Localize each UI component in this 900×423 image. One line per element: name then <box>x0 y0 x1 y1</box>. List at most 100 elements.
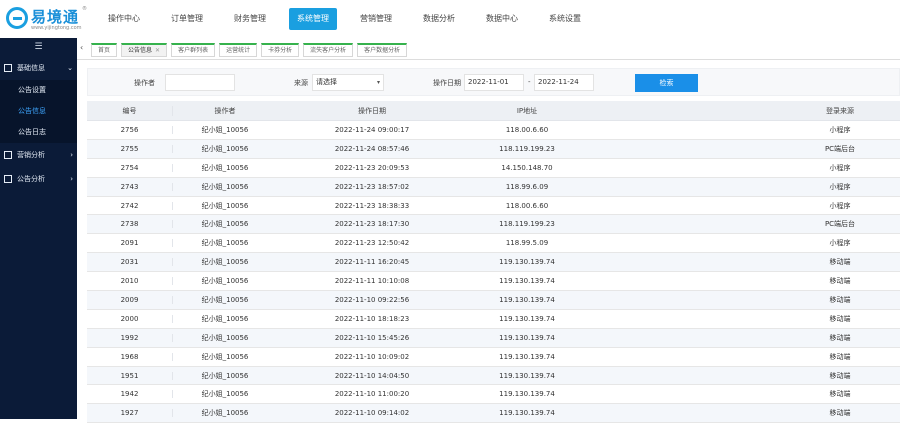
nav-item-6[interactable]: 数据中心 <box>478 8 526 30</box>
table-cell: 2756 <box>87 125 173 134</box>
table-cell: 118.00.6.60 <box>505 201 549 210</box>
table-cell: 14.150.148.70 <box>501 163 553 172</box>
tab-3[interactable]: 运营统计 <box>219 43 258 57</box>
table-cell: 2091 <box>87 239 173 248</box>
table-cell-value: 移动端 <box>829 371 851 380</box>
tab-4[interactable]: 卡券分析 <box>261 43 300 57</box>
table-cell: 1968 <box>87 352 173 361</box>
filter-bar: 操作者 来源 请选择 ▾ 操作日期 2022-11-01 - 2022-11-2… <box>87 68 900 96</box>
table-cell: 移动端 <box>587 371 900 381</box>
brand-logo[interactable]: 易境通 ® www.yijingtong.com <box>6 5 87 33</box>
table-cell-value: 小程序 <box>829 163 851 172</box>
table-cell: 移动端 <box>587 389 900 399</box>
column-header: 操作日期 <box>358 106 386 115</box>
sidebar-group-1[interactable]: 营销分析 › <box>0 143 77 167</box>
tab-bar: ‹ 首页 公告信息 ✕ 客户群列表 运营统计 卡券分析 流失客户分析 客户数据分析 <box>77 38 900 60</box>
table-cell-value: 移动端 <box>829 333 851 342</box>
brand-url: www.yijingtong.com <box>31 25 82 31</box>
table-cell: PC端后台 <box>587 144 900 154</box>
table-cell-value: 移动端 <box>829 295 851 304</box>
table-cell: 小程序 <box>587 238 900 248</box>
table-cell: 移动端 <box>587 333 900 343</box>
date-start-input[interactable]: 2022-11-01 <box>464 74 524 91</box>
tab-label: 卡券分析 <box>268 47 293 54</box>
menu-toggle-icon[interactable]: ☰ <box>0 38 77 56</box>
nav-item-4[interactable]: 营销管理 <box>352 8 400 30</box>
table-cell: 1942 <box>87 390 173 399</box>
table-cell: 2022-11-10 09:22:56 <box>334 295 410 304</box>
table-row[interactable]: 2743 纪小姐_10056 2022-11-23 18:57:02 118.99.6… <box>87 177 900 197</box>
table-row[interactable]: 1927 纪小姐_10056 2022-11-10 09:14:02 119.130.… <box>87 404 900 423</box>
table-cell: 移动端 <box>587 276 900 286</box>
table-cell: 2000 <box>87 314 173 323</box>
table-row[interactable]: 2000 纪小姐_10056 2022-11-10 18:18:23 119.130.… <box>87 310 900 329</box>
table-cell: 2743 <box>87 182 173 191</box>
table-cell: 2022-11-10 09:14:02 <box>334 409 410 418</box>
table-cell: 纪小姐_10056 <box>201 201 249 210</box>
operator-input[interactable] <box>165 74 235 91</box>
sidebar-group-2[interactable]: 公告分析 › <box>0 167 77 191</box>
table-cell: 119.130.139.74 <box>499 352 555 361</box>
table-row[interactable]: 2755 纪小姐_10056 2022-11-24 08:57:46 118.119.… <box>87 139 900 159</box>
tab-2[interactable]: 客户群列表 <box>171 43 216 57</box>
table-cell: 1927 <box>87 409 173 418</box>
table-row[interactable]: 1951 纪小姐_10056 2022-11-10 14:04:50 119.130.… <box>87 366 900 386</box>
date-label: 操作日期 <box>433 79 461 87</box>
table-cell: 2022-11-11 16:20:45 <box>334 258 410 267</box>
sidebar-group-0[interactable]: 基础信息 ⌄ <box>0 56 77 80</box>
table-cell-value: 移动端 <box>829 352 851 361</box>
tab-6[interactable]: 客户数据分析 <box>357 43 408 57</box>
table-cell: 2022-11-23 12:50:42 <box>334 239 410 248</box>
table-row[interactable]: 2010 纪小姐_10056 2022-11-11 10:10:08 119.130.… <box>87 272 900 292</box>
table-cell-value: 小程序 <box>829 239 851 248</box>
source-label: 来源 <box>294 79 308 87</box>
close-icon[interactable]: ✕ <box>155 47 160 54</box>
table-cell-value: 小程序 <box>829 125 851 134</box>
table-row[interactable]: 1968 纪小姐_10056 2022-11-10 10:09:02 119.130.… <box>87 348 900 367</box>
table-cell: 2022-11-23 18:38:33 <box>334 201 410 210</box>
query-button[interactable]: 检索 <box>635 74 698 92</box>
nav-item-7[interactable]: 系统设置 <box>541 8 589 30</box>
tabs-scroll-left-icon[interactable]: ‹ <box>80 43 83 52</box>
nav-item-3[interactable]: 系统管理 <box>289 8 337 30</box>
tab-0[interactable]: 首页 <box>91 43 118 57</box>
table-cell: 纪小姐_10056 <box>201 163 249 172</box>
table-cell: 2022-11-23 18:57:02 <box>334 182 410 191</box>
table-cell: 2742 <box>87 201 173 210</box>
table-cell: 2754 <box>87 163 173 172</box>
sidebar-item-0-0[interactable]: 公告设置 <box>0 80 77 101</box>
table-cell: 纪小姐_10056 <box>201 352 249 361</box>
sidebar-item-0-2[interactable]: 公告日志 <box>0 122 77 143</box>
table-cell: 纪小姐_10056 <box>201 409 249 418</box>
sidebar-item-0-1[interactable]: 公告信息 <box>0 101 77 122</box>
table-row[interactable]: 2091 纪小姐_10056 2022-11-23 12:50:42 118.99.5… <box>87 234 900 254</box>
column-header: 登录来源 <box>587 106 900 116</box>
table-row[interactable]: 2742 纪小姐_10056 2022-11-23 18:38:33 118.00.6… <box>87 197 900 216</box>
table-cell: 119.130.139.74 <box>499 314 555 323</box>
column-header: 操作者 <box>214 106 236 115</box>
table-row[interactable]: 2009 纪小姐_10056 2022-11-10 09:22:56 119.130.… <box>87 291 900 310</box>
table-row[interactable]: 1942 纪小姐_10056 2022-11-10 11:00:20 119.130.… <box>87 385 900 405</box>
nav-item-2[interactable]: 财务管理 <box>226 8 274 30</box>
table-row[interactable]: 2754 纪小姐_10056 2022-11-23 20:09:53 14.150.1… <box>87 159 900 178</box>
table-row[interactable]: 2756 纪小姐_10056 2022-11-24 09:00:17 118.00.6… <box>87 121 900 140</box>
table-row[interactable]: 2031 纪小姐_10056 2022-11-11 16:20:45 119.130.… <box>87 253 900 273</box>
table-row[interactable]: 2738 纪小姐_10056 2022-11-23 18:17:30 118.119.… <box>87 215 900 235</box>
date-end-input[interactable]: 2022-11-24 <box>534 74 594 91</box>
table-cell: 118.00.6.60 <box>505 125 549 134</box>
tab-1[interactable]: 公告信息 ✕ <box>121 43 168 57</box>
table-cell: 移动端 <box>587 295 900 305</box>
table-cell: 纪小姐_10056 <box>201 277 249 286</box>
table-cell: 移动端 <box>587 314 900 324</box>
sidebar: ☰ 基础信息 ⌄ 公告设置 公告信息 公告日志 营销分析 › 公告分析 › <box>0 38 77 419</box>
source-select[interactable]: 请选择 ▾ <box>312 74 384 91</box>
table-row[interactable]: 1992 纪小姐_10056 2022-11-10 15:45:26 119.130.… <box>87 328 900 348</box>
column-header: 编号 <box>87 105 173 116</box>
table-cell: 移动端 <box>587 257 900 267</box>
main-nav: 操作中心 订单管理 财务管理 系统管理 营销管理 数据分析 数据中心 系统设置 <box>100 8 604 30</box>
tab-label: 公告信息 <box>128 47 153 54</box>
tab-5[interactable]: 流失客户分析 <box>303 43 354 57</box>
nav-item-0[interactable]: 操作中心 <box>100 8 148 30</box>
nav-item-1[interactable]: 订单管理 <box>163 8 211 30</box>
nav-item-5[interactable]: 数据分析 <box>415 8 463 30</box>
